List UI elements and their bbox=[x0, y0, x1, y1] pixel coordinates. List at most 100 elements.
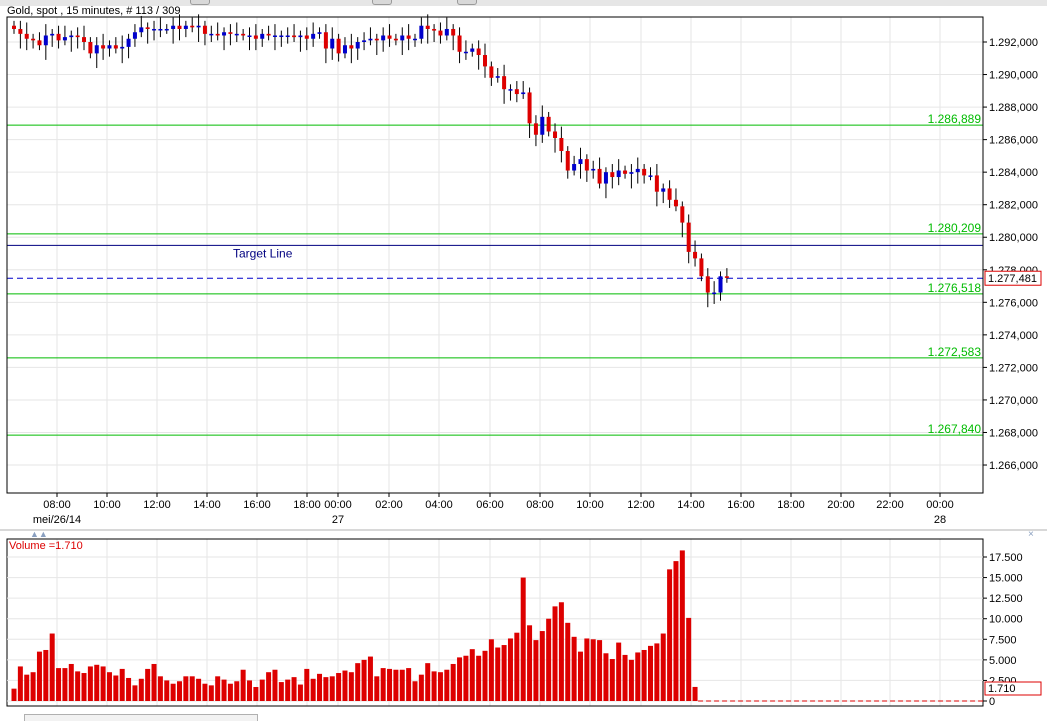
candle-body bbox=[94, 45, 99, 54]
volume-bar bbox=[291, 677, 297, 701]
volume-bar bbox=[113, 675, 119, 701]
current-price-label: 1.277,481 bbox=[988, 273, 1037, 285]
volume-bar bbox=[539, 631, 545, 701]
volume-tick-label: 17.500 bbox=[989, 552, 1023, 564]
candle-body bbox=[642, 168, 647, 176]
volume-bar bbox=[628, 659, 634, 701]
volume-bar bbox=[157, 676, 163, 701]
volume-bar bbox=[380, 668, 386, 701]
volume-bar bbox=[145, 668, 151, 701]
volume-bar bbox=[24, 674, 30, 701]
candle-body bbox=[12, 25, 16, 29]
y-tick-label: 1.284,000 bbox=[989, 167, 1038, 179]
volume-bar bbox=[189, 676, 195, 701]
candle-body bbox=[228, 32, 233, 34]
candle-body bbox=[584, 159, 589, 171]
volume-bar bbox=[234, 681, 240, 701]
candle-body bbox=[311, 33, 316, 39]
volume-bar bbox=[412, 681, 418, 701]
volume-bar bbox=[437, 672, 443, 701]
volume-bar bbox=[444, 669, 450, 701]
candle-body bbox=[196, 25, 201, 28]
candle-body bbox=[635, 168, 640, 173]
x-tick-label: 20:00 bbox=[827, 499, 855, 511]
candle-body bbox=[654, 175, 659, 192]
volume-bar bbox=[558, 602, 564, 701]
candle-body bbox=[336, 38, 341, 54]
candle-body bbox=[521, 92, 526, 95]
volume-bar bbox=[590, 639, 596, 701]
candle-body bbox=[183, 25, 188, 29]
candle-body bbox=[374, 38, 379, 41]
volume-bar bbox=[68, 663, 74, 701]
candle-body bbox=[527, 92, 532, 124]
candle-body bbox=[113, 45, 118, 49]
y-tick-label: 1.288,000 bbox=[989, 102, 1038, 114]
price-chart[interactable]: 1.286,889 1.280,209 1.276,518 1.272,583 1.26… bbox=[0, 0, 1047, 720]
candle-body bbox=[387, 35, 392, 39]
candle-body bbox=[342, 45, 347, 54]
candle-body bbox=[699, 258, 704, 277]
volume-bar bbox=[641, 649, 647, 701]
x-tick-label: 00:00 bbox=[324, 499, 352, 511]
y-tick-label: 1.268,000 bbox=[989, 427, 1038, 439]
candle-body bbox=[126, 38, 131, 47]
candle-body bbox=[476, 48, 481, 56]
volume-bar bbox=[49, 633, 55, 701]
y-tick-label: 1.270,000 bbox=[989, 395, 1038, 407]
x-tick-label: 14:00 bbox=[193, 499, 221, 511]
x-tick-label: 08:00 bbox=[43, 499, 71, 511]
volume-bar bbox=[692, 686, 698, 701]
volume-bar bbox=[176, 681, 182, 701]
candle-body bbox=[457, 35, 462, 52]
volume-bar bbox=[609, 659, 615, 701]
volume-bar bbox=[81, 673, 87, 701]
candle-body bbox=[317, 32, 322, 34]
volume-bar bbox=[488, 639, 494, 701]
candle-body bbox=[247, 35, 252, 37]
volume-bar bbox=[622, 654, 628, 701]
candle-body bbox=[304, 35, 309, 39]
candle-body bbox=[190, 25, 195, 28]
y-tick-label: 1.286,000 bbox=[989, 135, 1038, 147]
candle-body bbox=[718, 276, 723, 293]
candle-body bbox=[18, 28, 23, 34]
y-tick-label: 1.282,000 bbox=[989, 200, 1038, 212]
volume-bar bbox=[202, 683, 208, 701]
candle-body bbox=[610, 172, 615, 178]
y-tick-label: 1.274,000 bbox=[989, 330, 1038, 342]
volume-bar bbox=[253, 687, 259, 701]
candle-body bbox=[667, 188, 672, 200]
candle-body bbox=[260, 33, 265, 39]
candle-body bbox=[546, 116, 551, 132]
candle-body bbox=[107, 45, 112, 49]
candle-body bbox=[330, 38, 335, 49]
x-tick-label: 02:00 bbox=[375, 499, 403, 511]
y-tick-label: 1.266,000 bbox=[989, 460, 1038, 472]
volume-bar bbox=[393, 669, 399, 701]
candle-body bbox=[629, 172, 634, 174]
candle-body bbox=[139, 27, 144, 33]
volume-panel: 17.50015.00012.50010.0007.5005.0002.5000… bbox=[6, 538, 1042, 708]
volume-bar bbox=[514, 632, 520, 701]
volume-bar bbox=[425, 663, 431, 701]
candle-body bbox=[279, 35, 284, 37]
candle-body bbox=[177, 25, 182, 29]
volume-bar bbox=[399, 669, 405, 701]
volume-bar bbox=[476, 655, 482, 701]
grid bbox=[7, 17, 983, 706]
candle-body bbox=[419, 25, 424, 39]
x-tick-label: 10:00 bbox=[93, 499, 121, 511]
collapse-arrow-icon: ▲▲ bbox=[30, 529, 48, 539]
volume-bar bbox=[603, 653, 609, 701]
candle-body bbox=[355, 42, 360, 49]
x-tick-label: 00:00 bbox=[926, 499, 954, 511]
candle-body bbox=[69, 35, 74, 38]
candle-body bbox=[470, 48, 475, 52]
candle-body bbox=[597, 168, 602, 184]
volume-bar bbox=[450, 663, 456, 701]
candle-body bbox=[680, 206, 685, 223]
volume-bar bbox=[285, 679, 291, 701]
candle-body bbox=[298, 35, 303, 38]
y-tick-label: 1.292,000 bbox=[989, 37, 1038, 49]
